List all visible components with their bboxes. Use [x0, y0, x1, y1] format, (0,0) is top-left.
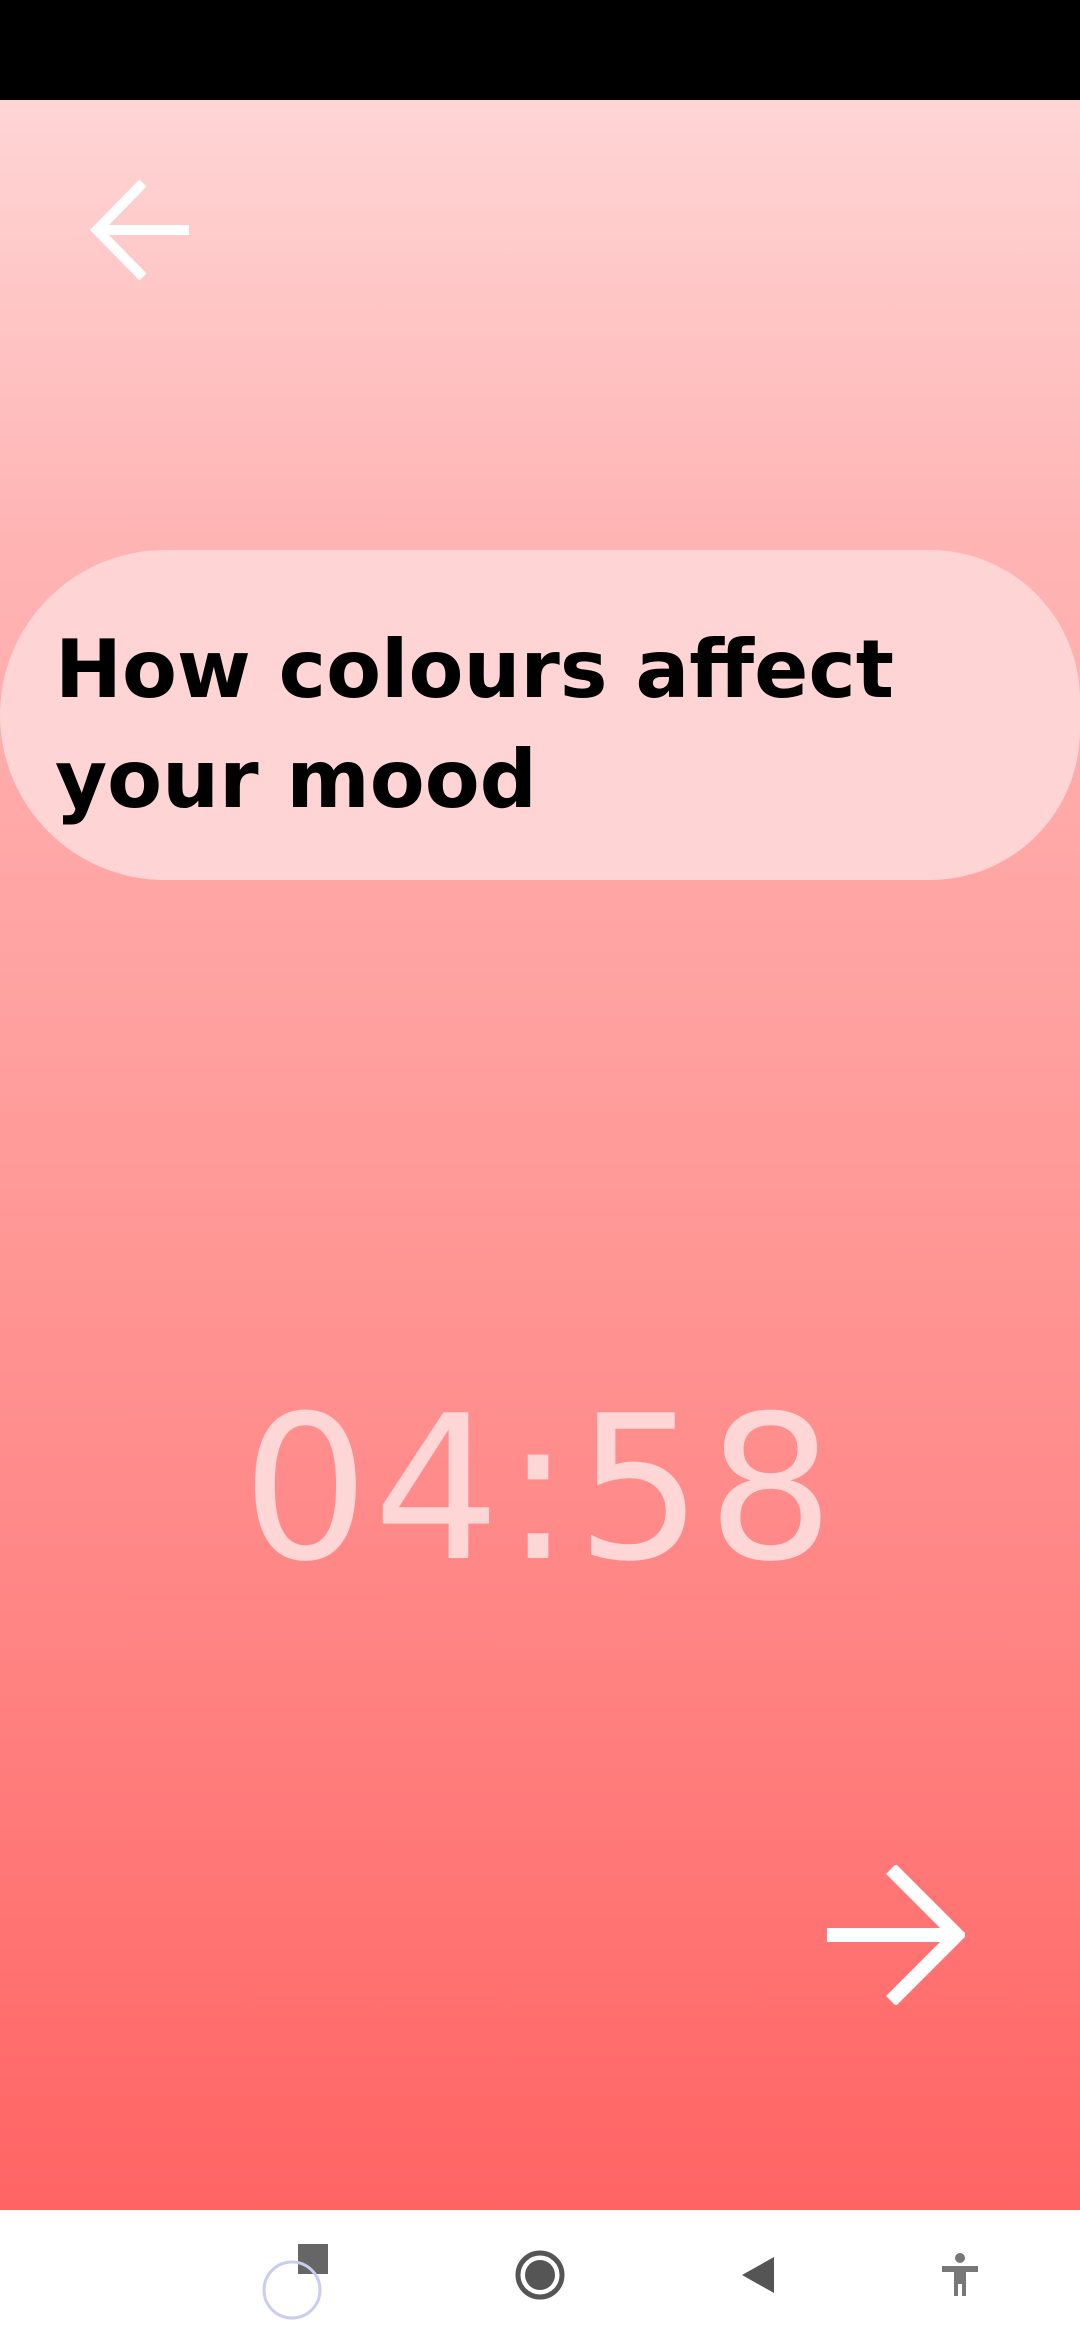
arrow-left-icon — [90, 179, 189, 281]
system-back-button[interactable] — [715, 2230, 805, 2320]
accessibility-button[interactable] — [915, 2230, 1005, 2320]
page-title: How colours affect your mood — [55, 623, 895, 826]
back-triangle-icon — [742, 2257, 774, 2293]
next-button[interactable] — [810, 1850, 980, 2020]
main-content: How colours affect your mood 04:58 — [0, 100, 1080, 2210]
home-circle-icon — [515, 2250, 565, 2300]
status-bar — [0, 0, 1080, 100]
title-card: How colours affect your mood — [0, 550, 1080, 880]
countdown-timer: 04:58 — [241, 1373, 839, 1606]
recents-square-icon — [262, 2244, 328, 2320]
back-button[interactable] — [70, 160, 210, 300]
home-button[interactable] — [495, 2230, 585, 2320]
system-navigation-bar — [0, 2210, 1080, 2340]
arrow-right-icon — [827, 1865, 965, 2005]
accessibility-icon — [942, 2253, 978, 2296]
screen: How colours affect your mood 04:58 — [0, 0, 1080, 2340]
recents-button[interactable] — [250, 2230, 340, 2320]
